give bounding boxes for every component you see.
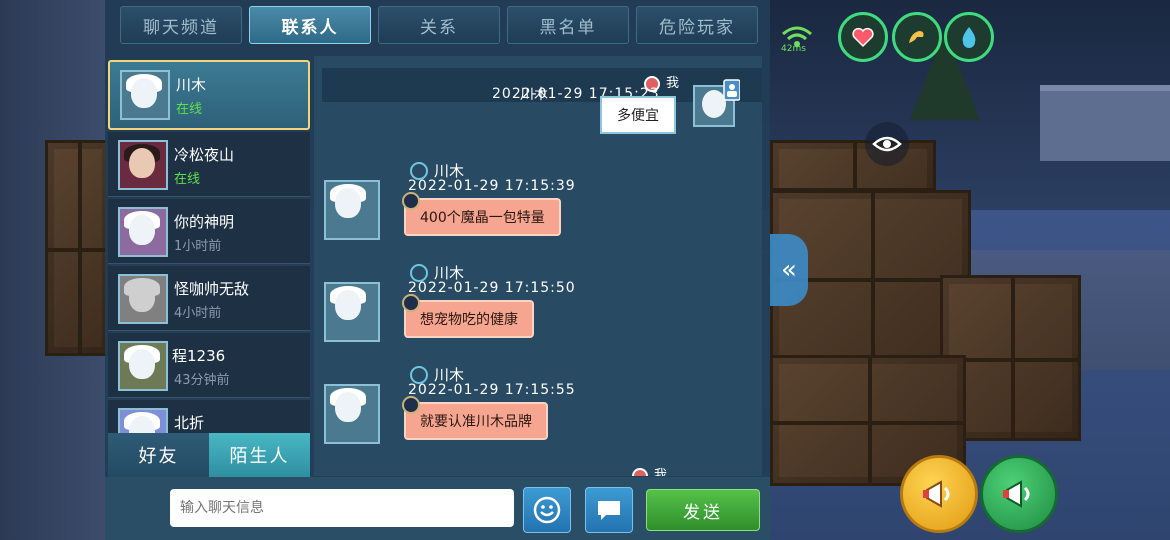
avatar [118,274,168,324]
eye-icon [872,136,902,152]
tab-strangers[interactable]: 陌生人 [209,433,310,477]
moon-badge-icon [402,294,420,312]
message-time: 2022-01-29 17:15:39 [408,178,576,194]
contact-name: 北折 [174,414,205,432]
tab-friends[interactable]: 好友 [108,433,209,477]
speech-bubble-icon [598,501,620,520]
chat-input-bar: 发送 [105,477,770,540]
flexed-arm-icon [909,31,924,43]
moon-badge-icon [402,192,420,210]
contact-status: 1小时前 [174,239,222,254]
tab-relations[interactable]: 关系 [378,6,500,44]
incoming-message: 川木 2022-01-29 17:15:39 400个魔晶一包特量 [322,160,752,256]
contact-status: 43分钟前 [174,373,230,388]
water-button[interactable] [944,12,994,62]
avatar [118,408,168,433]
message-time: 2022-01-29 17:15:50 [408,280,576,296]
contact-item[interactable]: 北折 [108,400,310,433]
water-drop-icon [962,27,976,48]
contact-type-tabs: 好友 陌生人 [108,433,310,477]
contact-name: 程1236 [172,347,226,365]
top-tab-bar: 聊天频道 联系人 关系 黑名单 危险玩家 [120,6,758,44]
sender-avatar [324,384,380,444]
message-bubble: 400个魔晶一包特量 [404,198,561,236]
tab-blacklist[interactable]: 黑名单 [507,6,629,44]
emoji-button[interactable] [523,487,571,533]
moon-badge-icon [402,396,420,414]
contact-name: 怪咖帅无敌 [174,280,250,298]
contact-item[interactable]: 冷松夜山 在线 [108,132,310,197]
sender-avatar [324,180,380,240]
contact-item[interactable]: 程1236 43分钟前 [108,333,310,398]
overlay-name: 川木 [520,87,548,103]
avatar [120,70,170,120]
double-chevron-left-icon: « [781,255,797,285]
wooden-crate [45,140,111,356]
incoming-message: 川木 2022-01-29 17:15:55 就要认准川木品牌 [322,364,752,460]
avatar [118,140,168,190]
visibility-toggle-button[interactable] [865,122,909,166]
sender-avatar [324,282,380,342]
contact-status: 4小时前 [174,306,222,321]
health-button[interactable] [838,12,888,62]
contact-status: 在线 [176,102,203,117]
contact-name: 川木 [176,76,207,94]
message-time: 2022-01-29 17:15:55 [408,382,576,398]
megaphone-icon [1003,480,1030,508]
my-label: 我 [632,464,667,476]
contact-item[interactable]: 川木 在线 [108,60,310,130]
contact-list[interactable]: 川木 在线 冷松夜山 在线 你的神明 1小时前 怪咖帅无敌 4小时前 程1236… [108,60,310,433]
tab-dangerous-players[interactable]: 危险玩家 [636,6,758,44]
strength-button[interactable] [892,12,942,62]
incoming-message: 川木 2022-01-29 17:15:50 想宠物吃的健康 [322,262,752,358]
contact-name: 你的神明 [174,213,235,231]
megaphone-icon [923,480,950,508]
avatar [118,341,168,391]
message-bubble: 想宠物吃的健康 [404,300,534,338]
tab-contacts[interactable]: 联系人 [249,6,371,44]
megaphone-world-button[interactable] [900,455,978,533]
send-button[interactable]: 发送 [646,489,760,531]
my-avatar [688,78,741,130]
message-bubble: 就要认准川木品牌 [404,402,548,440]
quick-phrase-button[interactable] [585,487,633,533]
contact-status: 在线 [174,172,201,187]
ping-indicator: 42ms [781,44,806,54]
megaphone-server-button[interactable] [980,455,1058,533]
stone-wall [1040,85,1170,161]
avatar [118,207,168,257]
my-message-bubble: 多便宜 [600,96,676,134]
chat-input[interactable] [170,489,514,527]
heart-icon [852,27,874,48]
smiley-icon [533,496,561,524]
message-area[interactable]: 我 2022-01-29 17:15:23 川木 多便宜 川木 2022-01-… [314,56,762,476]
contact-item[interactable]: 怪咖帅无敌 4小时前 [108,266,310,331]
player-marker-icon [632,467,648,476]
collapse-panel-button[interactable]: « [770,234,808,306]
contact-name: 冷松夜山 [174,146,235,164]
contact-item[interactable]: 你的神明 1小时前 [108,199,310,264]
tab-chat-channel[interactable]: 聊天频道 [120,6,242,44]
